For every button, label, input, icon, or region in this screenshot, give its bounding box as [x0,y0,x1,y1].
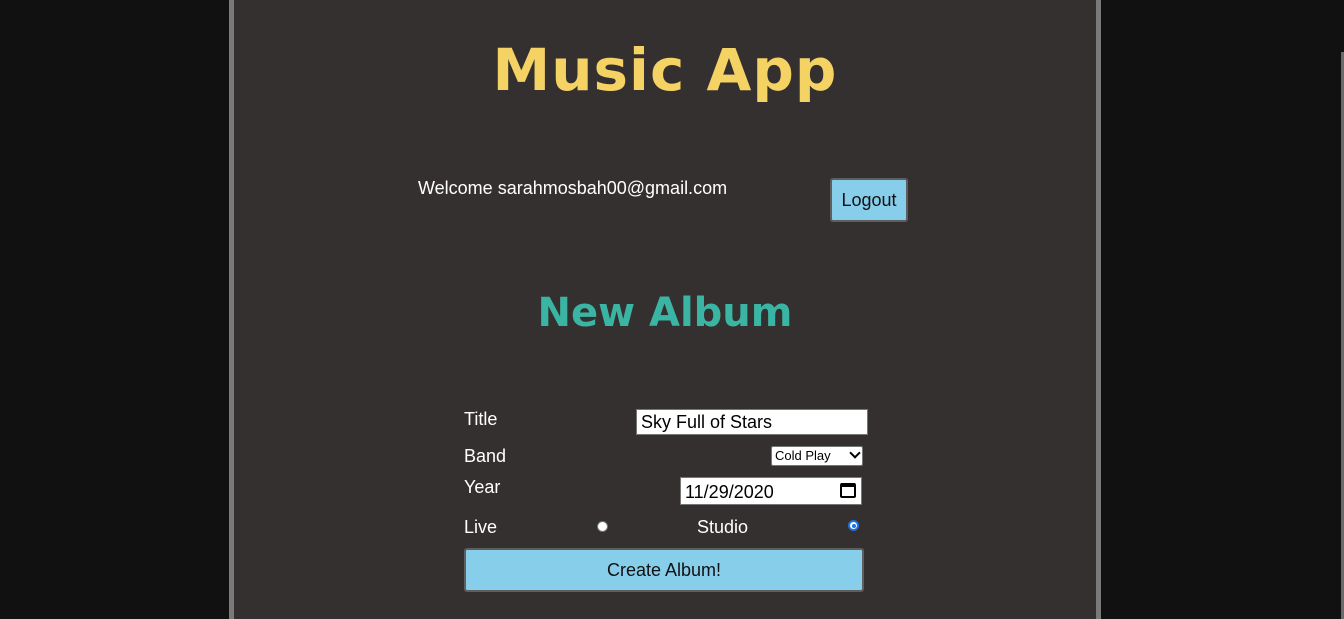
studio-radio[interactable] [848,520,859,531]
page: Music App Welcome sarahmosbah00@gmail.co… [0,0,1344,619]
new-album-heading: New Album [537,290,793,336]
welcome-message: Welcome sarahmosbah00@gmail.com [418,178,728,198]
app-title: Music App [492,36,838,104]
band-select-value: Cold Play [775,448,831,463]
studio-label: Studio [697,517,749,537]
year-date-value: 11/29/2020 [685,482,774,502]
live-radio[interactable] [597,521,608,532]
title-label: Title [464,409,498,429]
logout-button[interactable]: Logout [830,178,908,222]
main-panel: Music App Welcome sarahmosbah00@gmail.co… [229,0,1101,619]
chevron-down-icon [849,447,861,459]
live-label: Live [464,517,498,537]
year-date-input[interactable]: 11/29/2020 [680,477,862,505]
title-input[interactable] [636,409,868,435]
create-album-button[interactable]: Create Album! [464,548,864,592]
band-select[interactable]: Cold Play [771,446,863,466]
year-label: Year [464,477,501,497]
band-label: Band [464,446,507,466]
calendar-icon[interactable] [840,483,856,498]
